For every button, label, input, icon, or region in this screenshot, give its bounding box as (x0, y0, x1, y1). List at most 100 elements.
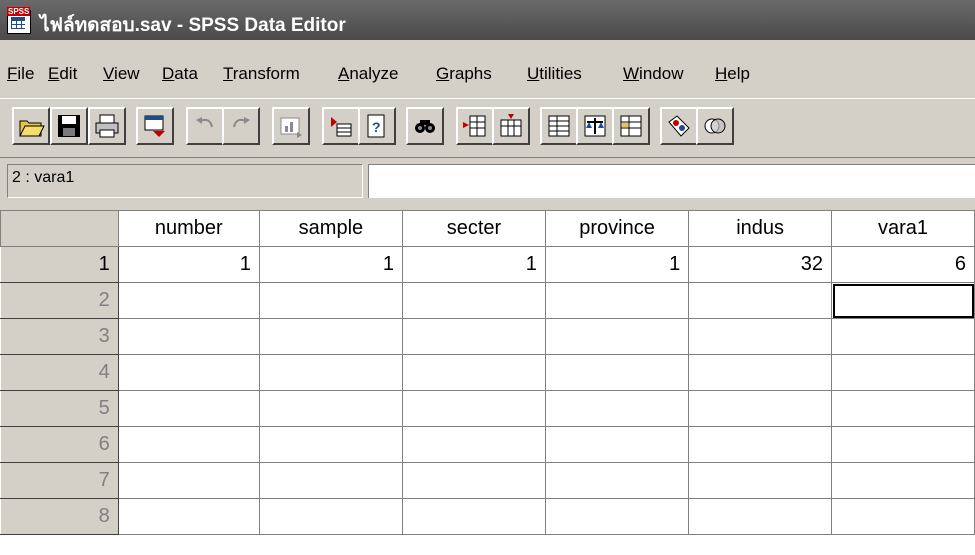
grid-cell[interactable] (258, 318, 403, 355)
row-header[interactable]: 3 (0, 318, 119, 355)
grid-cell[interactable] (258, 498, 403, 535)
grid-cell[interactable] (688, 318, 833, 355)
row-header[interactable]: 8 (0, 498, 119, 535)
grid-cell[interactable] (831, 390, 975, 427)
grid-cell[interactable] (401, 498, 546, 535)
grid-cell[interactable] (688, 354, 833, 391)
use-sets-icon[interactable] (696, 107, 734, 145)
grid-corner[interactable] (0, 210, 119, 247)
insert-variable-icon[interactable] (492, 107, 530, 145)
cell-name-box[interactable]: 2 : vara1 (7, 164, 363, 198)
split-file-icon[interactable] (540, 107, 578, 145)
menu-bar: File Edit View Data Transform Analyze Gr… (0, 60, 975, 90)
grid-cell[interactable] (117, 390, 260, 427)
grid-cell[interactable] (401, 318, 546, 355)
grid-cell[interactable] (831, 354, 975, 391)
menu-utilities[interactable]: Utilities (527, 64, 582, 84)
grid-cell[interactable] (117, 462, 260, 499)
grid-cell[interactable] (258, 462, 403, 499)
row-header[interactable]: 7 (0, 462, 119, 499)
grid-cell[interactable] (544, 354, 690, 391)
menu-view[interactable]: View (103, 64, 140, 84)
grid-cell[interactable] (117, 354, 260, 391)
title-bar: SPSS ไฟล์ทดสอบ.sav - SPSS Data Editor (0, 0, 975, 40)
weight-cases-icon[interactable] (576, 107, 614, 145)
toolbar: ? (0, 98, 975, 158)
select-cases-icon[interactable] (612, 107, 650, 145)
grid-cell[interactable] (258, 282, 403, 319)
row-header[interactable]: 5 (0, 390, 119, 427)
table-row: 8 (0, 498, 975, 535)
grid-cell[interactable] (688, 390, 833, 427)
menu-analyze[interactable]: Analyze (338, 64, 398, 84)
grid-cell[interactable] (544, 390, 690, 427)
grid-cell[interactable]: 1 (401, 246, 546, 283)
row-header[interactable]: 1 (0, 246, 119, 283)
cell-value-field[interactable] (368, 164, 975, 198)
grid-cell[interactable] (544, 498, 690, 535)
grid-cell[interactable] (688, 426, 833, 463)
dialog-recall-icon[interactable] (136, 107, 174, 145)
column-header-number[interactable]: number (117, 210, 260, 247)
grid-cell[interactable] (117, 498, 260, 535)
grid-cell[interactable] (544, 426, 690, 463)
menu-file[interactable]: File (7, 64, 34, 84)
find-icon[interactable] (406, 107, 444, 145)
print-icon[interactable] (88, 107, 126, 145)
redo-icon[interactable] (222, 107, 260, 145)
row-header[interactable]: 6 (0, 426, 119, 463)
grid-cell[interactable] (831, 426, 975, 463)
menu-data[interactable]: Data (162, 64, 198, 84)
save-icon[interactable] (50, 107, 88, 145)
row-header[interactable]: 4 (0, 354, 119, 391)
grid-cell[interactable] (544, 318, 690, 355)
grid-cell[interactable]: 1 (117, 246, 260, 283)
menu-help[interactable]: Help (715, 64, 750, 84)
grid-cell[interactable] (688, 282, 833, 319)
insert-cases-icon[interactable] (456, 107, 494, 145)
grid-cell[interactable] (688, 498, 833, 535)
grid-cell[interactable] (258, 354, 403, 391)
variables-icon[interactable]: ? (358, 107, 396, 145)
grid-cell[interactable] (258, 390, 403, 427)
grid-cell[interactable] (401, 426, 546, 463)
grid-cell[interactable] (117, 282, 260, 319)
grid-cell[interactable]: 1 (258, 246, 403, 283)
spss-data-editor-icon[interactable]: SPSS (7, 7, 31, 34)
grid-cell[interactable] (258, 426, 403, 463)
column-header-sample[interactable]: sample (258, 210, 403, 247)
grid-cell[interactable] (688, 462, 833, 499)
grid-cell[interactable] (117, 318, 260, 355)
menu-transform[interactable]: Transform (223, 64, 300, 84)
table-row: 2 (0, 282, 975, 319)
grid-cell[interactable] (544, 282, 690, 319)
column-header-vara1[interactable]: vara1 (831, 210, 975, 247)
grid-cell[interactable] (831, 462, 975, 499)
data-grid: number sample secter province indus vara… (0, 210, 975, 555)
grid-cell[interactable]: 6 (831, 246, 975, 283)
menu-edit[interactable]: Edit (48, 64, 77, 84)
column-header-secter[interactable]: secter (401, 210, 546, 247)
menu-window[interactable]: Window (623, 64, 683, 84)
table-row: 7 (0, 462, 975, 499)
row-header[interactable]: 2 (0, 282, 119, 319)
menu-graphs[interactable]: Graphs (436, 64, 492, 84)
grid-cell[interactable] (401, 282, 546, 319)
grid-cell[interactable] (831, 318, 975, 355)
grid-cell[interactable]: 32 (688, 246, 833, 283)
grid-cell[interactable] (401, 390, 546, 427)
column-header-province[interactable]: province (544, 210, 690, 247)
open-file-icon[interactable] (12, 107, 50, 145)
grid-cell[interactable] (401, 462, 546, 499)
grid-cell[interactable]: 1 (544, 246, 690, 283)
goto-case-icon[interactable] (322, 107, 360, 145)
value-labels-icon[interactable] (660, 107, 698, 145)
goto-chart-icon[interactable] (272, 107, 310, 145)
grid-cell[interactable] (401, 354, 546, 391)
grid-cell[interactable] (544, 462, 690, 499)
column-header-indus[interactable]: indus (688, 210, 833, 247)
grid-cell[interactable] (831, 282, 975, 319)
grid-cell[interactable] (831, 498, 975, 535)
grid-cell[interactable] (117, 426, 260, 463)
undo-icon[interactable] (186, 107, 224, 145)
